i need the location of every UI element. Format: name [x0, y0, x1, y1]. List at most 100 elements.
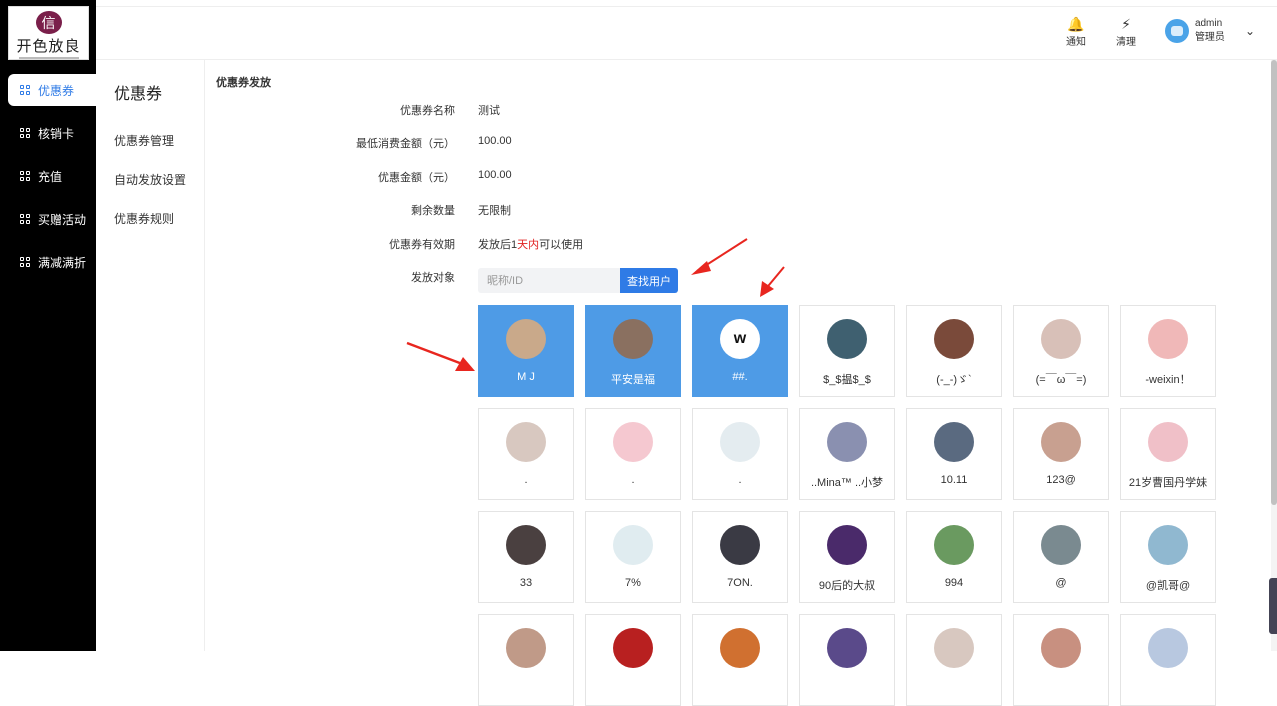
user-card[interactable]	[478, 614, 574, 706]
submenu-item-auto-issue[interactable]: 自动发放设置	[114, 171, 186, 188]
grid-icon	[20, 214, 30, 224]
user-role: 管理员	[1194, 32, 1225, 43]
user-name: 7%	[625, 577, 641, 589]
floating-side-tab[interactable]	[1269, 578, 1277, 634]
sidebar-item-discount[interactable]: 满减满折	[8, 246, 96, 278]
coupon-name-value: 测试	[478, 105, 500, 117]
scrollbar-thumb[interactable]	[1271, 60, 1277, 505]
user-card[interactable]: @凯哥@	[1120, 511, 1216, 603]
avatar	[506, 422, 546, 462]
user-card[interactable]: 90后的大叔	[799, 511, 895, 603]
sidebar-item-label: 核销卡	[38, 126, 75, 141]
user-card[interactable]	[799, 614, 895, 706]
sidebar-item-verify-card[interactable]: 核销卡	[8, 117, 96, 149]
avatar	[934, 628, 974, 668]
submenu-item-coupon-manage[interactable]: 优惠券管理	[114, 132, 174, 149]
user-card[interactable]: 7%	[585, 511, 681, 603]
user-name: @凯哥@	[1145, 580, 1191, 592]
avatar	[720, 422, 760, 462]
user-card[interactable]: 33	[478, 511, 574, 603]
user-card[interactable]: .	[478, 408, 574, 500]
user-card[interactable]: 21岁曹国丹学妹	[1120, 408, 1216, 500]
user-name: M J	[517, 371, 535, 383]
user-card[interactable]	[692, 614, 788, 706]
main-sidebar: 信 开色放良 优惠券核销卡充值买赠活动满减满折	[0, 0, 96, 651]
avatar	[1148, 628, 1188, 668]
target-label: 发放对象	[411, 272, 455, 284]
sidebar-item-recharge[interactable]: 充值	[8, 160, 96, 192]
avatar	[613, 525, 653, 565]
user-card[interactable]: $_$揾$_$	[799, 305, 895, 397]
logo-underline	[18, 57, 79, 59]
user-card[interactable]: 7ON.	[692, 511, 788, 603]
avatar	[1148, 319, 1188, 359]
validity-prefix: 发放后1	[478, 239, 518, 251]
user-card[interactable]: w ##.	[692, 305, 788, 397]
user-card[interactable]: 123@	[1013, 408, 1109, 500]
user-card[interactable]	[1013, 614, 1109, 706]
user-name: .	[738, 474, 742, 486]
scrollbar[interactable]	[1271, 60, 1277, 651]
remaining-qty-label: 剩余数量	[411, 205, 455, 217]
user-name: 123@	[1046, 474, 1076, 486]
user-card[interactable]: 10.11	[906, 408, 1002, 500]
user-name: .	[524, 474, 528, 486]
min-spend-value: 100.00	[478, 135, 512, 147]
sidebar-item-label: 买赠活动	[38, 212, 87, 227]
logo-brand-text: 开色放良	[16, 37, 81, 56]
lightning-icon: ⚡	[1121, 16, 1131, 32]
user-card[interactable]: M J	[478, 305, 574, 397]
user-card[interactable]: (-_-)ゞ`	[906, 305, 1002, 397]
avatar	[934, 525, 974, 565]
search-input[interactable]	[478, 268, 620, 293]
avatar	[613, 628, 653, 668]
avatar	[1041, 319, 1081, 359]
user-card[interactable]: -weixin！	[1120, 305, 1216, 397]
arrow-annotation-1	[691, 238, 748, 275]
user-card[interactable]: 994	[906, 511, 1002, 603]
min-spend-label: 最低消费金额（元）	[356, 138, 455, 150]
validity-label: 优惠券有效期	[389, 239, 455, 251]
user-name: 994	[944, 577, 964, 589]
user-card[interactable]: .	[692, 408, 788, 500]
user-name: (-_-)ゞ`	[936, 374, 972, 386]
user-name: 33	[519, 577, 533, 589]
avatar	[1148, 422, 1188, 462]
user-card[interactable]: @	[1013, 511, 1109, 603]
user-card[interactable]: .	[585, 408, 681, 500]
main-content: 优惠券发放 优惠券名称 测试 最低消费金额（元） 100.00 优惠金额（元） …	[205, 61, 1277, 706]
sidebar-item-label: 满减满折	[38, 255, 87, 270]
submenu-title: 优惠券	[114, 86, 163, 103]
user-name: 90后的大叔	[818, 580, 876, 592]
user-name: 平安是福	[611, 374, 655, 386]
arrow-annotation-3	[406, 341, 475, 371]
user-name: @	[1055, 577, 1067, 589]
validity-suffix: 可以使用	[539, 239, 584, 251]
user-name: 7ON.	[727, 577, 753, 589]
avatar: w	[720, 319, 760, 359]
sidebar-item-coupon[interactable]: 优惠券	[8, 74, 96, 106]
chevron-down-icon: ⌄	[1244, 24, 1255, 38]
user-name: 10.11	[940, 474, 968, 486]
search-user-button[interactable]: 查找用户	[620, 268, 678, 293]
arrow-annotation-2	[760, 266, 785, 297]
sidebar-item-gift-activity[interactable]: 买赠活动	[8, 203, 96, 235]
submenu-item-coupon-rules[interactable]: 优惠券规则	[114, 210, 174, 227]
user-card[interactable]: ..Mina™ ..小梦	[799, 408, 895, 500]
notify-button[interactable]: 🔔 通知	[1066, 15, 1086, 48]
grid-icon	[20, 128, 30, 138]
clear-button[interactable]: ⚡ 清理	[1116, 15, 1136, 48]
user-menu[interactable]: admin 管理员 ⌄	[1164, 17, 1255, 45]
logo-emblem: 信	[35, 11, 62, 35]
discount-amount-label: 优惠金额（元）	[378, 172, 455, 184]
user-card[interactable]	[585, 614, 681, 706]
user-card[interactable]: 平安是福	[585, 305, 681, 397]
avatar	[613, 422, 653, 462]
user-card[interactable]	[1120, 614, 1216, 706]
avatar	[1041, 628, 1081, 668]
avatar	[1148, 525, 1188, 565]
user-name: $_$揾$_$	[823, 374, 871, 386]
user-card[interactable]: (=￣ω￣=)	[1013, 305, 1109, 397]
user-name: -weixin！	[1145, 374, 1191, 386]
user-card[interactable]	[906, 614, 1002, 706]
